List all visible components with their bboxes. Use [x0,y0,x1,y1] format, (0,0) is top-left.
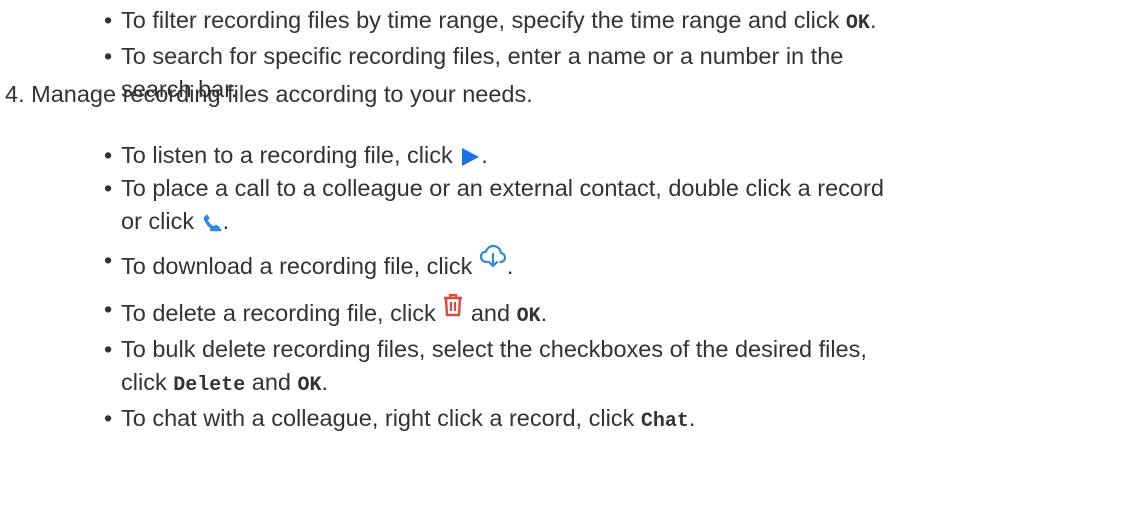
ok-code: OK [516,305,541,328]
period: . [869,7,877,33]
period: . [540,300,548,326]
period: . [481,142,488,168]
bulk-click-text: click [121,369,174,395]
call-bullet: To place a call to a colleague or an ext… [104,172,1121,238]
chat-text: To chat with a colleague, right click a … [121,405,641,431]
ok-code: OK [845,12,870,35]
period: . [688,405,696,431]
delete-text: To delete a recording file, click [121,300,443,326]
delete-bullet: To delete a recording file, click and OK… [104,293,1121,333]
and-text: and [245,369,298,395]
step-4: 4. Manage recording files according to y… [5,81,533,107]
listen-bullet: To listen to a recording file, click . [104,139,1121,172]
chat-code: Chat [640,410,689,433]
bulk-text-line1: To bulk delete recording files, select t… [121,336,867,362]
download-bullet: To download a recording file, click . [104,244,1121,283]
bulk-delete-bullet: To bulk delete recording files, select t… [104,333,1121,402]
call-text-line2: or click [121,208,201,234]
search-text-line1: To search for specific recording files, … [121,43,844,69]
download-text: To download a recording file, click [121,253,479,279]
filter-text: To filter recording files by time range,… [121,7,846,33]
period: . [321,369,329,395]
period: . [506,253,514,279]
listen-text: To listen to a recording file, click [121,142,460,168]
cloud-download-icon [479,244,507,268]
call-text-line1: To place a call to a colleague or an ext… [121,175,884,201]
manage-bullets: To listen to a recording file, click . T… [104,139,1121,439]
and-text: and [464,300,517,326]
filter-bullet: To filter recording files by time range,… [104,4,1121,40]
period: . [222,208,230,234]
ok-code: OK [297,374,322,397]
play-icon [459,146,481,168]
chat-bullet: To chat with a colleague, right click a … [104,402,1121,438]
phone-icon [201,212,223,234]
delete-code: Delete [173,374,246,397]
trash-icon [442,293,464,317]
